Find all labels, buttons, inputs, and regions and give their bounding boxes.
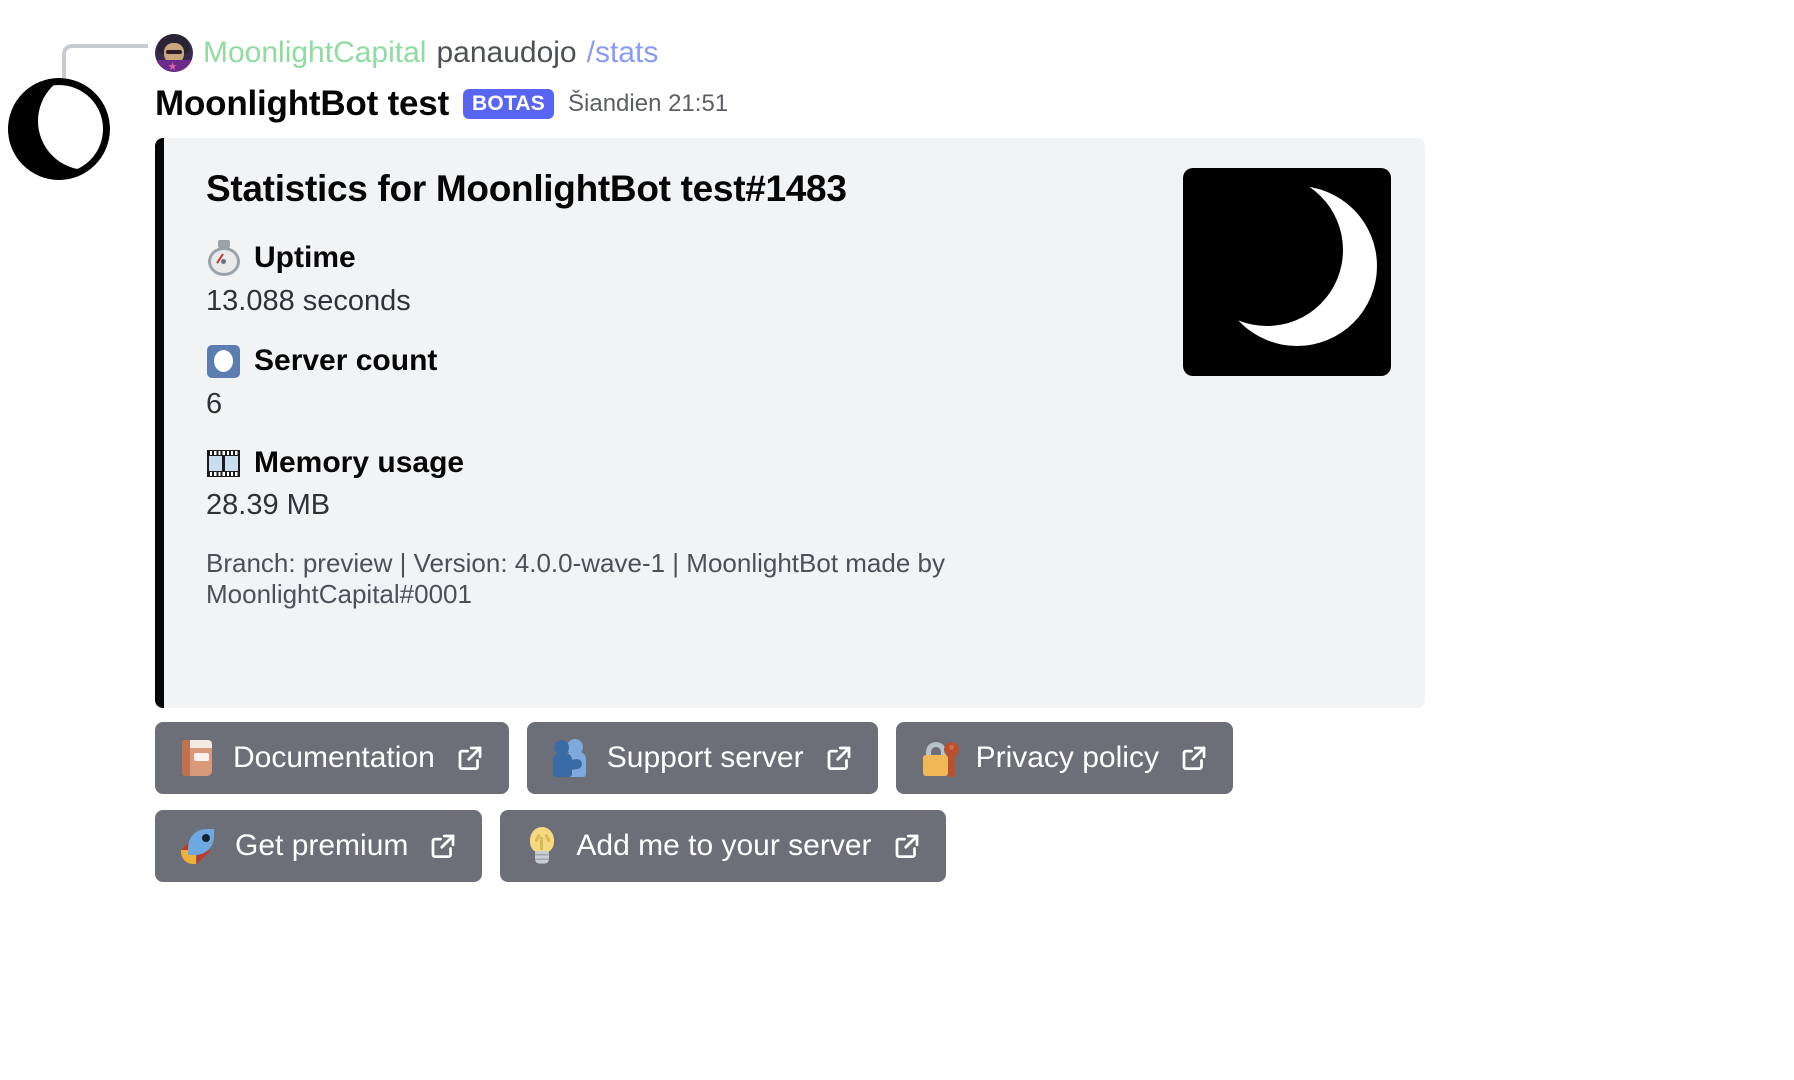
reply-author-name[interactable]: MoonlightCapital [203, 36, 426, 70]
external-link-icon [458, 746, 482, 770]
get-premium-button[interactable]: Get premium [155, 810, 483, 882]
support-server-button[interactable]: Support server [526, 722, 878, 794]
light-bulb-icon [524, 826, 560, 866]
embed-field-memory-usage-value: 28.39 MB [206, 489, 331, 521]
thumbnail-moon-cutout [1191, 174, 1343, 326]
embed-field-uptime-value: 13.088 seconds [206, 285, 411, 317]
embed-field-server-count: Server count 6 [206, 343, 1153, 421]
embed-title: Statistics for MoonlightBot test#1483 [206, 168, 847, 209]
embed-field-uptime-name: Uptime [254, 241, 356, 274]
embed-footer-text: Branch: preview | Version: 4.0.0-wave-1 … [206, 548, 945, 609]
component-row-2: Get premium Add me to your server [155, 810, 1233, 882]
reply-slash-command[interactable]: /stats [587, 36, 659, 70]
documentation-button[interactable]: Documentation [155, 722, 509, 794]
film-frames-icon [206, 446, 242, 480]
embed-field-uptime: Uptime 13.088 seconds [206, 240, 1153, 318]
people-hugging-icon [551, 738, 591, 778]
support-server-button-label: Support server [606, 741, 804, 774]
moon-logo-thumbnail[interactable] [1183, 168, 1391, 376]
embed-card: Statistics for MoonlightBot test#1483 Up… [155, 138, 1425, 708]
reply-verb-text: panaudojo [436, 36, 577, 69]
external-link-icon [432, 834, 455, 858]
documentation-button-label: Documentation [233, 741, 435, 774]
locked-with-key-icon [920, 738, 960, 778]
reply-author-avatar[interactable] [155, 34, 193, 72]
blue-square-icon [206, 343, 242, 379]
message-author-avatar[interactable] [8, 78, 110, 180]
privacy-policy-button-label: Privacy policy [975, 741, 1159, 774]
avatar-moon-ring [8, 78, 110, 180]
external-link-icon [827, 746, 850, 770]
reply-spine-icon [62, 44, 148, 78]
rocket-icon [179, 826, 219, 866]
stopwatch-icon [206, 240, 242, 276]
add-me-to-your-server-button-label: Add me to your server [576, 829, 872, 862]
external-link-icon [895, 834, 918, 858]
privacy-policy-button[interactable]: Privacy policy [895, 722, 1233, 794]
add-me-to-your-server-button[interactable]: Add me to your server [500, 810, 946, 882]
embed-field-server-count-name: Server count [254, 344, 438, 377]
external-link-icon [1182, 746, 1206, 770]
message-timestamp: Šiandien 21:51 [568, 90, 729, 117]
embed-field-server-count-value: 6 [206, 388, 223, 420]
component-row-1: Documentation Support server Privacy pol… [155, 722, 1233, 794]
message-header: MoonlightBot test BOTAS Šiandien 21:51 [155, 84, 728, 124]
book-icon [179, 738, 217, 778]
get-premium-button-label: Get premium [235, 829, 409, 862]
message-author-name[interactable]: MoonlightBot test [155, 84, 449, 124]
embed-field-memory-usage: Memory usage 28.39 MB [206, 446, 1153, 522]
message-components: Documentation Support server Privacy pol… [155, 722, 1233, 898]
embed-field-memory-usage-name: Memory usage [254, 446, 465, 479]
bot-badge: BOTAS [463, 89, 554, 119]
